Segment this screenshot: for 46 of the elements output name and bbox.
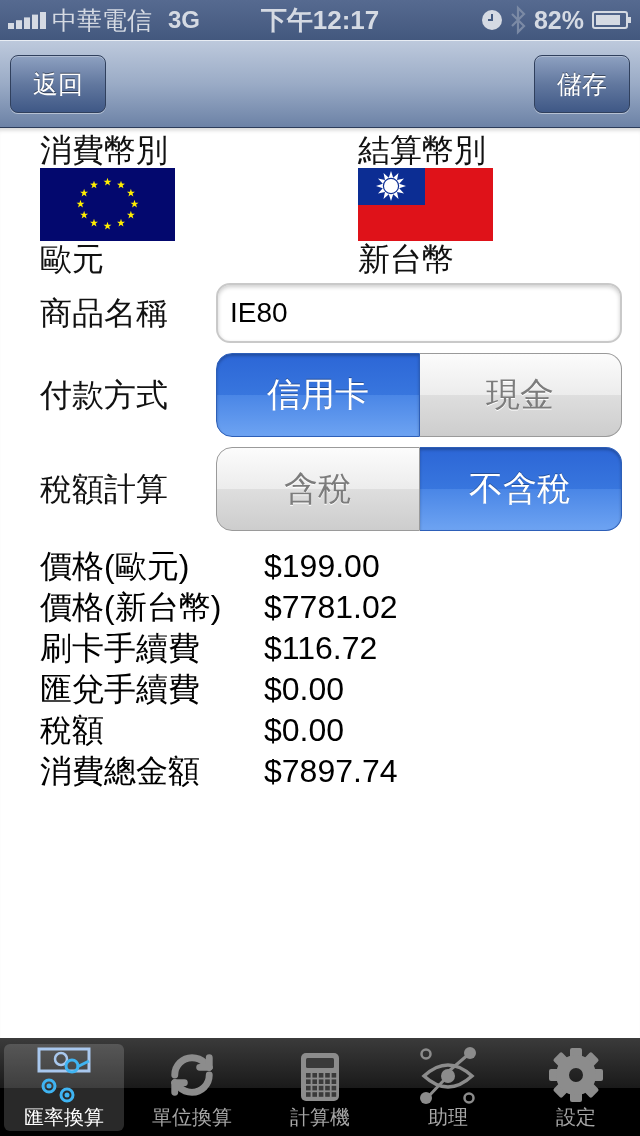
result-label: 價格(歐元)	[40, 547, 190, 584]
result-value: $7781.02	[264, 588, 398, 625]
result-label: 匯兌手續費	[40, 670, 200, 707]
result-value: $199.00	[264, 547, 380, 584]
result-value: $116.72	[264, 629, 378, 666]
tab-item[interactable]: 匯率換算	[4, 1044, 124, 1131]
currency-name: 歐元	[40, 241, 104, 277]
result-label: 刷卡手續費	[40, 629, 200, 666]
form-label: 稅額計算	[40, 471, 169, 507]
refresh-icon	[169, 1052, 215, 1098]
battery-percent: 82%	[533, 5, 584, 35]
segment-option[interactable]: 信用卡	[216, 353, 420, 437]
tab-item[interactable]: 助理	[388, 1044, 508, 1131]
clock-icon	[481, 10, 502, 30]
product-name-field[interactable]: IE80	[216, 283, 622, 343]
result-value: $7897.74	[264, 752, 398, 789]
taiwan-flag-icon	[358, 168, 493, 241]
settings-icon	[548, 1047, 604, 1103]
currency-label: 消費幣別	[40, 132, 168, 168]
result-label: 價格(新台幣)	[40, 588, 222, 625]
back-button[interactable]: 返回	[10, 55, 106, 113]
result-label: 消費總金額	[40, 752, 200, 789]
tab-item[interactable]: 設定	[516, 1044, 636, 1131]
result-label: 稅額	[40, 711, 104, 748]
battery-icon	[592, 11, 632, 29]
save-button[interactable]: 儲存	[534, 55, 630, 113]
status-time: 下午12:17	[260, 5, 380, 35]
tab-item[interactable]: 計算機	[260, 1044, 380, 1131]
form-label: 付款方式	[40, 377, 169, 413]
result-value: $0.00	[264, 711, 345, 748]
tab-item[interactable]: 單位換算	[132, 1044, 252, 1131]
currency-name: 新台幣	[358, 241, 454, 277]
carrier-name: 中華電信	[52, 5, 152, 35]
eye-network-icon	[418, 1047, 478, 1105]
eu-flag-icon	[40, 168, 175, 241]
form-label: 商品名稱	[40, 295, 169, 331]
segment-option[interactable]: 現金	[419, 353, 622, 437]
bluetooth-icon	[509, 5, 526, 35]
currency-label: 結算幣別	[358, 132, 486, 168]
calculator-icon	[301, 1053, 339, 1101]
signal-icon	[8, 11, 46, 29]
result-value: $0.00	[264, 670, 345, 707]
banknote-coins-icon	[37, 1047, 91, 1103]
segment-option[interactable]: 不含稅	[419, 447, 622, 531]
network-type: 3G	[168, 5, 200, 35]
segment-option[interactable]: 含稅	[216, 447, 420, 531]
